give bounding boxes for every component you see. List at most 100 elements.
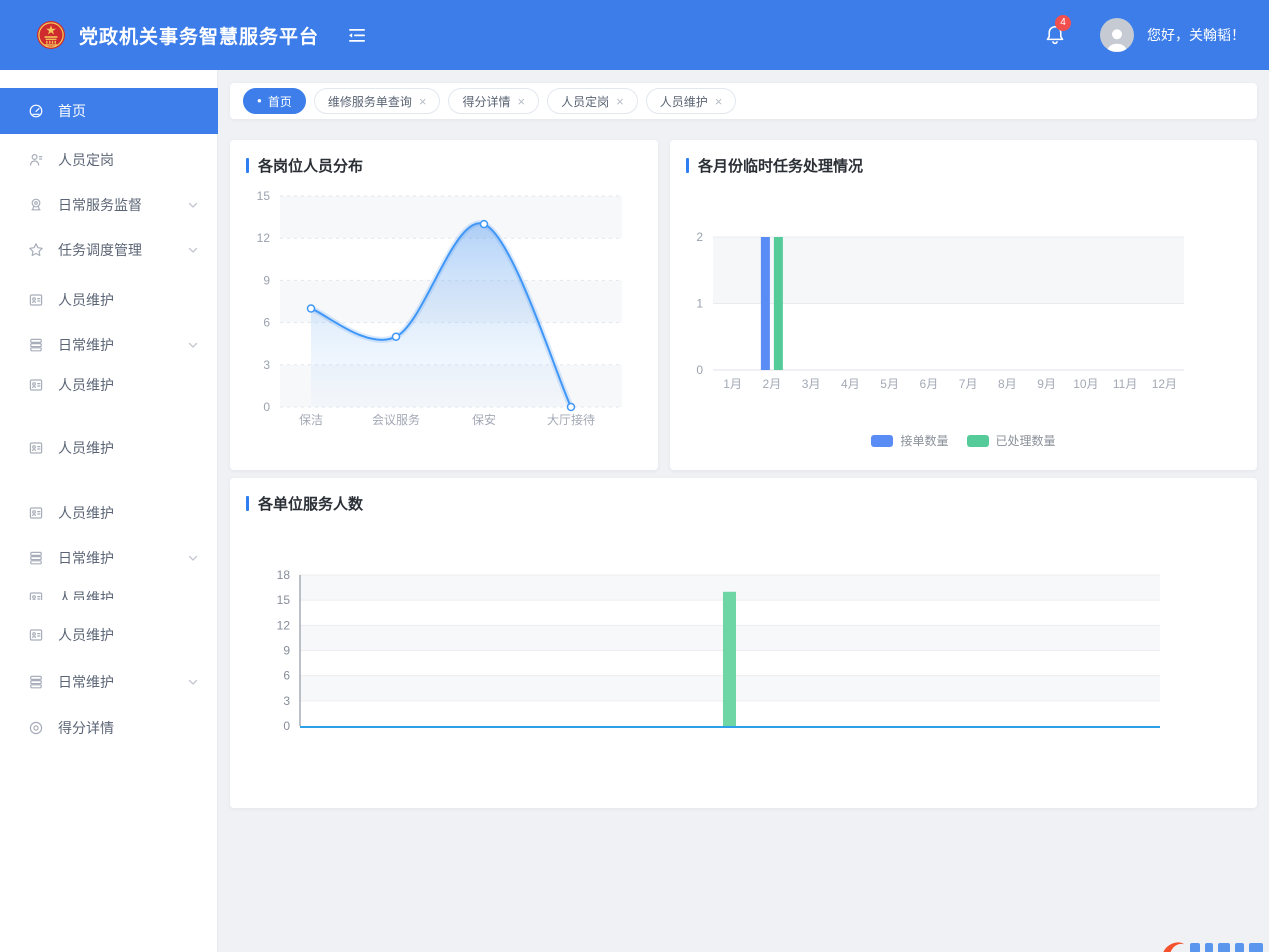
svg-text:4月: 4月 [841, 377, 860, 391]
title-accent-bar [246, 496, 249, 511]
card-title: 各单位服务人数 [246, 493, 363, 514]
chevron-down-icon [187, 676, 199, 688]
page-corner-overlay [1161, 937, 1263, 952]
sidebar-item-daily-maintenance[interactable]: 日常维护 [0, 325, 217, 365]
svg-text:12: 12 [257, 231, 271, 245]
svg-text:8月: 8月 [998, 377, 1017, 391]
sidebar-item-daily-maintenance[interactable]: 日常维护 [0, 538, 217, 578]
chart-card-monthly-tasks: 各月份临时任务处理情况 0121月2月3月4月5月6月7月8月9月10月11月1… [670, 140, 1257, 470]
svg-text:保安: 保安 [472, 412, 496, 427]
idcard-icon [28, 292, 44, 308]
sidebar-item-label: 得分详情 [58, 718, 114, 738]
corner-glyph [1190, 943, 1200, 952]
app-title: 党政机关事务智慧服务平台 [79, 22, 319, 49]
menu-collapse-icon[interactable] [348, 28, 366, 43]
list-icon [28, 337, 44, 353]
legend-swatch-blue [871, 435, 893, 447]
svg-text:10月: 10月 [1073, 377, 1098, 391]
main-content: ● 首页 维修服务单查询 × 得分详情 × 人员定岗 × 人员维护 × [218, 70, 1269, 952]
svg-text:1月: 1月 [723, 377, 742, 391]
svg-text:7月: 7月 [959, 377, 978, 391]
idcard-icon [28, 377, 44, 393]
corner-glyph [1235, 943, 1244, 952]
svg-text:15: 15 [257, 189, 271, 203]
svg-text:2月: 2月 [763, 377, 782, 391]
avatar[interactable] [1100, 18, 1134, 52]
svg-text:12月: 12月 [1152, 377, 1177, 391]
tab-home[interactable]: ● 首页 [243, 88, 306, 114]
svg-text:会议服务: 会议服务 [372, 412, 420, 427]
bar-chart-unit-service-count: 0369121518 [230, 478, 1257, 808]
active-dot-icon: ● [257, 97, 262, 105]
legend-swatch-green [967, 435, 989, 447]
idcard-icon [28, 590, 44, 600]
chart-card-position-distribution: 各岗位人员分布 03691215保洁会议服务保安大厅接待 [230, 140, 658, 470]
sidebar-item-personnel-maintenance[interactable]: 人员维护 [0, 280, 217, 320]
sidebar-item-personnel-maintenance[interactable]: 人员维护 [0, 428, 217, 468]
svg-text:0: 0 [696, 363, 703, 377]
tab-label: 人员维护 [660, 93, 708, 110]
svg-text:11月: 11月 [1113, 377, 1137, 391]
corner-orange-logo-icon [1161, 938, 1185, 952]
tab-label: 维修服务单查询 [328, 93, 412, 110]
bar-chart-monthly-tasks: 0121月2月3月4月5月6月7月8月9月10月11月12月 [670, 140, 1257, 470]
sidebar-item-label: 人员维护 [58, 588, 114, 600]
svg-text:15: 15 [277, 593, 291, 607]
svg-text:3: 3 [263, 358, 270, 372]
title-accent-bar [686, 158, 689, 173]
monitor-icon [28, 197, 44, 213]
tab-personnel-assignment[interactable]: 人员定岗 × [547, 88, 638, 114]
sidebar-item-home[interactable]: 首页 [0, 88, 218, 134]
tab-bar: ● 首页 维修服务单查询 × 得分详情 × 人员定岗 × 人员维护 × [230, 83, 1257, 119]
sidebar-item-label: 首页 [58, 101, 86, 121]
close-icon[interactable]: × [419, 94, 427, 109]
notification-badge: 4 [1055, 15, 1071, 31]
svg-text:9: 9 [283, 644, 290, 658]
legend-item-received[interactable]: 接单数量 [871, 432, 948, 449]
list-icon [28, 550, 44, 566]
card-title: 各岗位人员分布 [246, 155, 363, 176]
idcard-icon [28, 627, 44, 643]
svg-text:5月: 5月 [880, 377, 899, 391]
sidebar-item-task-scheduling[interactable]: 任务调度管理 [0, 230, 217, 270]
sidebar-item-label: 日常维护 [58, 548, 114, 568]
svg-text:6: 6 [283, 669, 290, 683]
sidebar-item-personnel-maintenance[interactable]: 人员维护 [0, 493, 217, 533]
sidebar-item-label: 日常服务监督 [58, 195, 142, 215]
sidebar-item-label: 人员维护 [58, 438, 114, 458]
sidebar-item-personnel-maintenance[interactable]: 人员维护 [0, 615, 217, 655]
sidebar-item-personnel-maintenance[interactable]: 人员维护 [0, 365, 217, 405]
tab-label: 人员定岗 [561, 93, 609, 110]
user-icon [28, 152, 44, 168]
list-icon [28, 674, 44, 690]
dashboard-icon [28, 103, 44, 119]
close-icon[interactable]: × [616, 94, 624, 109]
sidebar-item-daily-maintenance[interactable]: 日常维护 [0, 662, 217, 702]
notification-bell-icon[interactable]: 4 [1044, 23, 1066, 47]
sidebar-item-personnel-assignment[interactable]: 人员定岗 [0, 140, 217, 180]
tab-label: 得分详情 [462, 93, 510, 110]
corner-glyph [1249, 943, 1263, 952]
svg-text:0: 0 [263, 400, 270, 414]
tab-score-details[interactable]: 得分详情 × [448, 88, 539, 114]
sidebar-item-label: 人员维护 [58, 503, 114, 523]
svg-text:12: 12 [277, 618, 291, 632]
sidebar-item-personnel-maintenance-clipped[interactable]: 人员维护 [0, 578, 217, 600]
close-icon[interactable]: × [517, 94, 525, 109]
tab-repair-order-query[interactable]: 维修服务单查询 × [314, 88, 441, 114]
corner-glyph [1205, 943, 1213, 952]
idcard-icon [28, 505, 44, 521]
sidebar-item-score-details[interactable]: 得分详情 [0, 708, 217, 748]
line-chart-position-distribution: 03691215保洁会议服务保安大厅接待 [230, 140, 658, 470]
svg-text:6: 6 [263, 316, 270, 330]
legend-item-processed[interactable]: 已处理数量 [967, 432, 1056, 449]
chevron-down-icon [187, 552, 199, 564]
sidebar-item-label: 人员维护 [58, 625, 114, 645]
sidebar-item-label: 日常维护 [58, 335, 114, 355]
sidebar-item-clipped-wrapper: 人员维护 [0, 578, 217, 600]
sidebar-item-daily-service-supervision[interactable]: 日常服务监督 [0, 185, 217, 225]
user-greeting: 您好，关翰韬！ [1147, 25, 1245, 45]
tab-personnel-maintenance[interactable]: 人员维护 × [646, 88, 737, 114]
close-icon[interactable]: × [715, 94, 723, 109]
svg-text:0: 0 [283, 719, 290, 733]
